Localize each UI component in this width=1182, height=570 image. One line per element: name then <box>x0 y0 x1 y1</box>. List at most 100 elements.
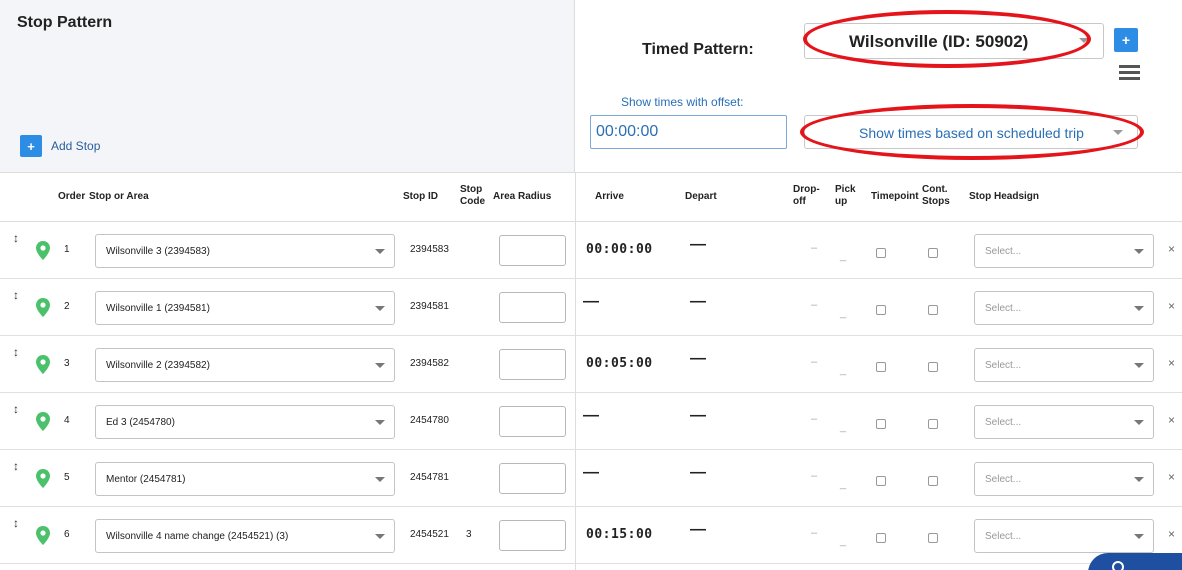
table-row: ↕ 4 Ed 3 (2454780) 2454780 — — – _ Select... × <box>0 393 1182 450</box>
drag-handle-icon[interactable]: ↕ <box>13 289 19 301</box>
cont-stops-checkbox[interactable] <box>928 533 938 543</box>
drag-handle-icon[interactable]: ↕ <box>13 460 19 472</box>
stop-headsign-select[interactable]: Select... <box>974 519 1154 553</box>
timepoint-checkbox[interactable] <box>876 419 886 429</box>
drop-off-value[interactable]: – <box>811 413 817 425</box>
drop-off-value[interactable]: – <box>811 470 817 482</box>
timepoint-checkbox[interactable] <box>876 533 886 543</box>
stop-id: 2394581 <box>410 301 449 312</box>
cont-stops-checkbox[interactable] <box>928 305 938 315</box>
area-radius-input[interactable] <box>499 349 566 380</box>
depart-time[interactable]: — <box>690 521 706 539</box>
depart-time[interactable]: — <box>690 407 706 425</box>
cont-stops-checkbox[interactable] <box>928 362 938 372</box>
add-stop-button[interactable]: + Add Stop <box>20 135 100 157</box>
timepoint-checkbox[interactable] <box>876 476 886 486</box>
drop-off-value[interactable]: – <box>811 356 817 368</box>
close-icon[interactable]: × <box>1168 242 1175 256</box>
area-radius-input[interactable] <box>499 292 566 323</box>
timepoint-checkbox[interactable] <box>876 248 886 258</box>
depart-time[interactable]: — <box>690 350 706 368</box>
drag-handle-icon[interactable]: ↕ <box>13 403 19 415</box>
arrive-time[interactable]: — <box>583 464 599 482</box>
close-icon[interactable]: × <box>1168 470 1175 484</box>
chevron-down-icon <box>375 249 385 254</box>
table-row: ↕ 2 Wilsonville 1 (2394581) 2394581 — — – _ Sele… <box>0 279 1182 336</box>
map-pin-icon[interactable] <box>36 355 50 374</box>
depart-time[interactable]: — <box>690 464 706 482</box>
offset-input[interactable] <box>590 115 787 149</box>
pick-up-value[interactable]: _ <box>840 421 846 433</box>
map-pin-icon[interactable] <box>36 526 50 545</box>
col-stop-id: Stop ID <box>403 191 438 202</box>
stop-headsign-select[interactable]: Select... <box>974 291 1154 325</box>
pick-up-value[interactable]: _ <box>840 250 846 262</box>
cont-stops-checkbox[interactable] <box>928 248 938 258</box>
add-stop-label: Add Stop <box>51 139 101 153</box>
arrive-time[interactable]: — <box>583 293 599 311</box>
stop-select[interactable]: Wilsonville 1 (2394581) <box>95 291 395 325</box>
map-pin-icon[interactable] <box>36 469 50 488</box>
drag-handle-icon[interactable]: ↕ <box>13 517 19 529</box>
stop-select[interactable]: Wilsonville 3 (2394583) <box>95 234 395 268</box>
drop-off-value[interactable]: – <box>811 527 817 539</box>
table-row: ↕ 1 Wilsonville 3 (2394583) 2394583 00:00:00… <box>0 222 1182 279</box>
area-radius-input[interactable] <box>499 235 566 266</box>
drag-handle-icon[interactable]: ↕ <box>13 232 19 244</box>
headsign-placeholder: Select... <box>985 360 1022 371</box>
col-depart: Depart <box>685 191 717 202</box>
pick-up-value[interactable]: _ <box>840 535 846 547</box>
help-chat-button[interactable] <box>1088 553 1182 570</box>
show-times-select[interactable]: Show times based on scheduled trip <box>804 115 1138 149</box>
area-radius-input[interactable] <box>499 463 566 494</box>
close-icon[interactable]: × <box>1168 299 1175 313</box>
map-pin-icon[interactable] <box>36 241 50 260</box>
stop-select[interactable]: Wilsonville 4 name change (2454521) (3) <box>95 519 395 553</box>
plus-icon: + <box>20 135 42 157</box>
stop-headsign-select[interactable]: Select... <box>974 234 1154 268</box>
area-radius-input[interactable] <box>499 520 566 551</box>
stop-id: 2454781 <box>410 472 449 483</box>
stop-select[interactable]: Wilsonville 2 (2394582) <box>95 348 395 382</box>
chevron-down-icon <box>1113 130 1123 135</box>
chevron-down-icon <box>375 534 385 539</box>
close-icon[interactable]: × <box>1168 356 1175 370</box>
add-timed-pattern-button[interactable]: + <box>1114 28 1138 52</box>
chevron-down-icon <box>1134 363 1144 368</box>
arrive-time[interactable]: 00:15:00 <box>586 527 653 542</box>
timepoint-checkbox[interactable] <box>876 362 886 372</box>
chevron-down-icon <box>1079 38 1089 43</box>
stop-select[interactable]: Ed 3 (2454780) <box>95 405 395 439</box>
pick-up-value[interactable]: _ <box>840 364 846 376</box>
timed-pattern-select[interactable]: Wilsonville (ID: 50902) <box>804 23 1104 59</box>
headsign-placeholder: Select... <box>985 303 1022 314</box>
pick-up-value[interactable]: _ <box>840 478 846 490</box>
drop-off-value[interactable]: – <box>811 242 817 254</box>
cont-stops-checkbox[interactable] <box>928 476 938 486</box>
close-icon[interactable]: × <box>1168 413 1175 427</box>
close-icon[interactable]: × <box>1168 527 1175 541</box>
map-pin-icon[interactable] <box>36 298 50 317</box>
hamburger-icon[interactable] <box>1119 65 1140 80</box>
stop-headsign-select[interactable]: Select... <box>974 462 1154 496</box>
arrive-time[interactable]: — <box>583 407 599 425</box>
stop-id: 2394583 <box>410 244 449 255</box>
stop-headsign-select[interactable]: Select... <box>974 348 1154 382</box>
stop-code: 3 <box>466 529 472 540</box>
arrive-time[interactable]: 00:00:00 <box>586 242 653 257</box>
stop-select[interactable]: Mentor (2454781) <box>95 462 395 496</box>
cont-stops-checkbox[interactable] <box>928 419 938 429</box>
map-pin-icon[interactable] <box>36 412 50 431</box>
col-drop-off: Drop-off <box>793 184 820 207</box>
depart-time[interactable]: — <box>690 293 706 311</box>
timepoint-checkbox[interactable] <box>876 305 886 315</box>
show-times-selected: Show times based on scheduled trip <box>859 125 1084 141</box>
depart-time[interactable]: — <box>690 236 706 254</box>
area-radius-input[interactable] <box>499 406 566 437</box>
pick-up-value[interactable]: _ <box>840 307 846 319</box>
stop-headsign-select[interactable]: Select... <box>974 405 1154 439</box>
drag-handle-icon[interactable]: ↕ <box>13 346 19 358</box>
arrive-time[interactable]: 00:05:00 <box>586 356 653 371</box>
drop-off-value[interactable]: – <box>811 299 817 311</box>
stop-select-value: Wilsonville 4 name change (2454521) (3) <box>106 531 289 542</box>
